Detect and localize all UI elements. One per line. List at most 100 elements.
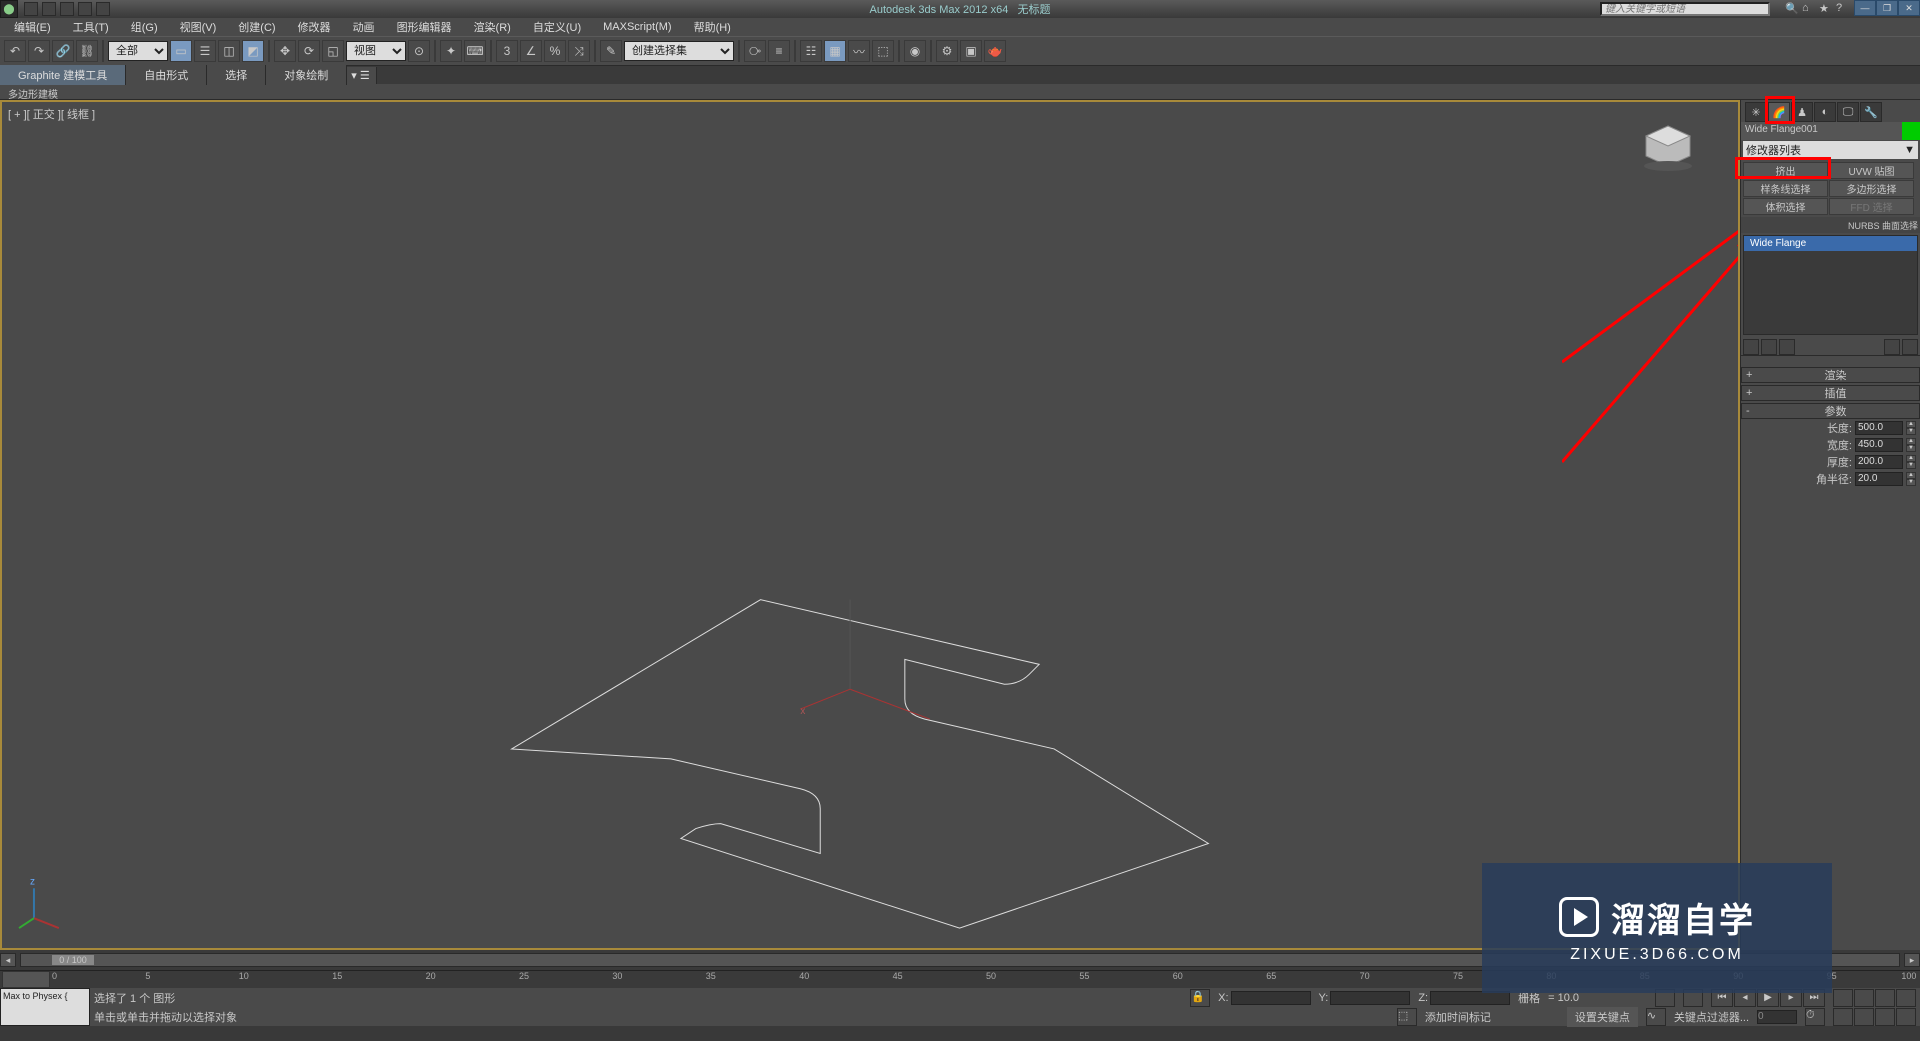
modifier-nurbs-select[interactable]: NURBS 曲面选择 xyxy=(1741,217,1920,233)
ribbon-expand-icon[interactable]: ▾ ☰ xyxy=(347,67,377,84)
search-icon[interactable]: 🔍 xyxy=(1785,2,1799,16)
viewport[interactable]: [ + ][ 正交 ][ 线框 ] x z xyxy=(0,100,1740,950)
rotate-icon[interactable]: ⟳ xyxy=(298,40,320,62)
material-editor-icon[interactable]: ◉ xyxy=(904,40,926,62)
ribbon-tab-graphite[interactable]: Graphite 建模工具 xyxy=(0,65,126,85)
rollout-interpolation[interactable]: +插值 xyxy=(1741,385,1920,401)
undo-icon[interactable]: ↶ xyxy=(4,40,26,62)
corner-radius-spinner-buttons[interactable]: ▲▼ xyxy=(1906,472,1916,486)
modifier-button-vol-select[interactable]: 体积选择 xyxy=(1743,198,1828,215)
menu-customize[interactable]: 自定义(U) xyxy=(523,17,591,37)
corner-radius-spinner[interactable] xyxy=(1855,472,1903,486)
edit-selection-set-icon[interactable]: ✎ xyxy=(600,40,622,62)
ribbon-tab-freeform[interactable]: 自由形式 xyxy=(126,65,207,85)
move-icon[interactable]: ✥ xyxy=(274,40,296,62)
display-tab-icon[interactable]: 🖵 xyxy=(1837,102,1859,122)
viewport-label[interactable]: [ + ][ 正交 ][ 线框 ] xyxy=(8,106,95,122)
spinner-snap-icon[interactable]: ⤨ xyxy=(568,40,590,62)
min-max-toggle-icon[interactable] xyxy=(1896,1008,1916,1026)
current-frame-input[interactable] xyxy=(1757,1010,1797,1024)
subscription-icon[interactable]: ⌂ xyxy=(1802,2,1816,16)
motion-tab-icon[interactable]: ◐ xyxy=(1814,102,1836,122)
select-object-icon[interactable]: ▭ xyxy=(170,40,192,62)
isolate-icon[interactable]: ⬚ xyxy=(1397,1008,1417,1026)
object-color-swatch[interactable] xyxy=(1902,122,1920,140)
menu-grapheditors[interactable]: 图形编辑器 xyxy=(387,17,462,37)
y-coordinate-input[interactable] xyxy=(1330,991,1410,1005)
help-icon[interactable]: ? xyxy=(1836,2,1850,16)
selection-lock-icon[interactable]: 🔒 xyxy=(1190,989,1210,1007)
minimize-button[interactable]: — xyxy=(1854,0,1876,16)
menu-maxscript[interactable]: MAXScript(M) xyxy=(593,19,681,35)
layer-manager-icon[interactable]: ☷ xyxy=(800,40,822,62)
app-menu-button[interactable]: ⬤ xyxy=(0,0,18,18)
ribbon-tab-objectpaint[interactable]: 对象绘制 xyxy=(266,65,347,85)
length-spinner-buttons[interactable]: ▲▼ xyxy=(1906,421,1916,435)
select-by-name-icon[interactable]: ☰ xyxy=(194,40,216,62)
rollout-rendering[interactable]: +渲染 xyxy=(1741,367,1920,383)
menu-create[interactable]: 创建(C) xyxy=(228,17,285,37)
pan-icon[interactable] xyxy=(1833,989,1853,1007)
remove-modifier-icon[interactable] xyxy=(1884,339,1900,355)
modifier-button-poly-select[interactable]: 多边形选择 xyxy=(1829,180,1914,197)
make-unique-icon[interactable] xyxy=(1779,339,1795,355)
set-key-button[interactable]: 设置关键点 xyxy=(1567,1007,1638,1027)
graphite-toggle-icon[interactable]: ▦ xyxy=(824,40,846,62)
zoom-extents-icon[interactable] xyxy=(1854,989,1874,1007)
redo-icon[interactable]: ↷ xyxy=(28,40,50,62)
modifier-stack[interactable]: Wide Flange xyxy=(1743,235,1918,335)
zoom-icon[interactable] xyxy=(1833,1008,1853,1026)
time-scroll-right[interactable]: ▸ xyxy=(1904,953,1920,967)
modify-tab-icon[interactable]: 🌈 xyxy=(1768,102,1790,122)
menu-modifiers[interactable]: 修改器 xyxy=(288,17,341,37)
modifier-button-extrude[interactable]: 挤出 xyxy=(1743,162,1828,179)
thickness-spinner[interactable] xyxy=(1855,455,1903,469)
modifier-button-uvwmap[interactable]: UVW 贴图 xyxy=(1829,162,1914,179)
width-spinner[interactable] xyxy=(1855,438,1903,452)
key-mode-icon[interactable]: ∿ xyxy=(1646,1008,1666,1026)
x-coordinate-input[interactable] xyxy=(1231,991,1311,1005)
menu-rendering[interactable]: 渲染(R) xyxy=(464,17,521,37)
ribbon-tab-selection[interactable]: 选择 xyxy=(207,65,266,85)
manipulate-icon[interactable]: ✦ xyxy=(440,40,462,62)
render-production-icon[interactable]: 🫖 xyxy=(984,40,1006,62)
select-region-icon[interactable]: ◫ xyxy=(218,40,240,62)
refcoord-combo[interactable]: 视图 xyxy=(346,41,406,61)
help-search-input[interactable] xyxy=(1600,2,1770,16)
window-crossing-icon[interactable]: ◩ xyxy=(242,40,264,62)
fov-icon[interactable] xyxy=(1854,1008,1874,1026)
align-icon[interactable]: ≡ xyxy=(768,40,790,62)
qat-new-icon[interactable] xyxy=(24,2,38,16)
zoom-region-icon[interactable] xyxy=(1875,989,1895,1007)
modifier-list-combo[interactable]: 修改器列表▼ xyxy=(1743,141,1918,159)
orbit-icon[interactable] xyxy=(1896,989,1916,1007)
menu-help[interactable]: 帮助(H) xyxy=(684,17,741,37)
use-center-icon[interactable]: ⊙ xyxy=(408,40,430,62)
link-icon[interactable]: 🔗 xyxy=(52,40,74,62)
width-spinner-buttons[interactable]: ▲▼ xyxy=(1906,438,1916,452)
stack-item-wideflange[interactable]: Wide Flange xyxy=(1744,236,1917,251)
rollout-parameters[interactable]: -参数 xyxy=(1741,403,1920,419)
menu-views[interactable]: 视图(V) xyxy=(170,17,227,37)
curve-editor-icon[interactable]: 〰 xyxy=(848,40,870,62)
angle-snap-icon[interactable]: ∠ xyxy=(520,40,542,62)
rendered-frame-icon[interactable]: ▣ xyxy=(960,40,982,62)
maximize-button[interactable]: ❐ xyxy=(1876,0,1898,16)
utilities-tab-icon[interactable]: 🔧 xyxy=(1860,102,1882,122)
qat-open-icon[interactable] xyxy=(42,2,56,16)
time-scroll-left[interactable]: ◂ xyxy=(0,953,16,967)
time-slider-thumb[interactable]: 0 / 100 xyxy=(51,954,95,966)
create-tab-icon[interactable]: ✳ xyxy=(1745,102,1767,122)
unlink-icon[interactable]: ⛓ xyxy=(76,40,98,62)
qat-redo-icon[interactable] xyxy=(96,2,110,16)
configure-sets-icon[interactable] xyxy=(1902,339,1918,355)
pin-stack-icon[interactable] xyxy=(1743,339,1759,355)
qat-undo-icon[interactable] xyxy=(78,2,92,16)
render-setup-icon[interactable]: ⚙ xyxy=(936,40,958,62)
modifier-button-spline-select[interactable]: 样条线选择 xyxy=(1743,180,1828,197)
close-button[interactable]: ✕ xyxy=(1898,0,1920,16)
keyboard-shortcut-icon[interactable]: ⌨ xyxy=(464,40,486,62)
selection-filter-combo[interactable]: 全部 xyxy=(108,41,168,61)
object-name-field[interactable]: Wide Flange001 xyxy=(1741,122,1902,140)
maximize-viewport-icon[interactable] xyxy=(1875,1008,1895,1026)
